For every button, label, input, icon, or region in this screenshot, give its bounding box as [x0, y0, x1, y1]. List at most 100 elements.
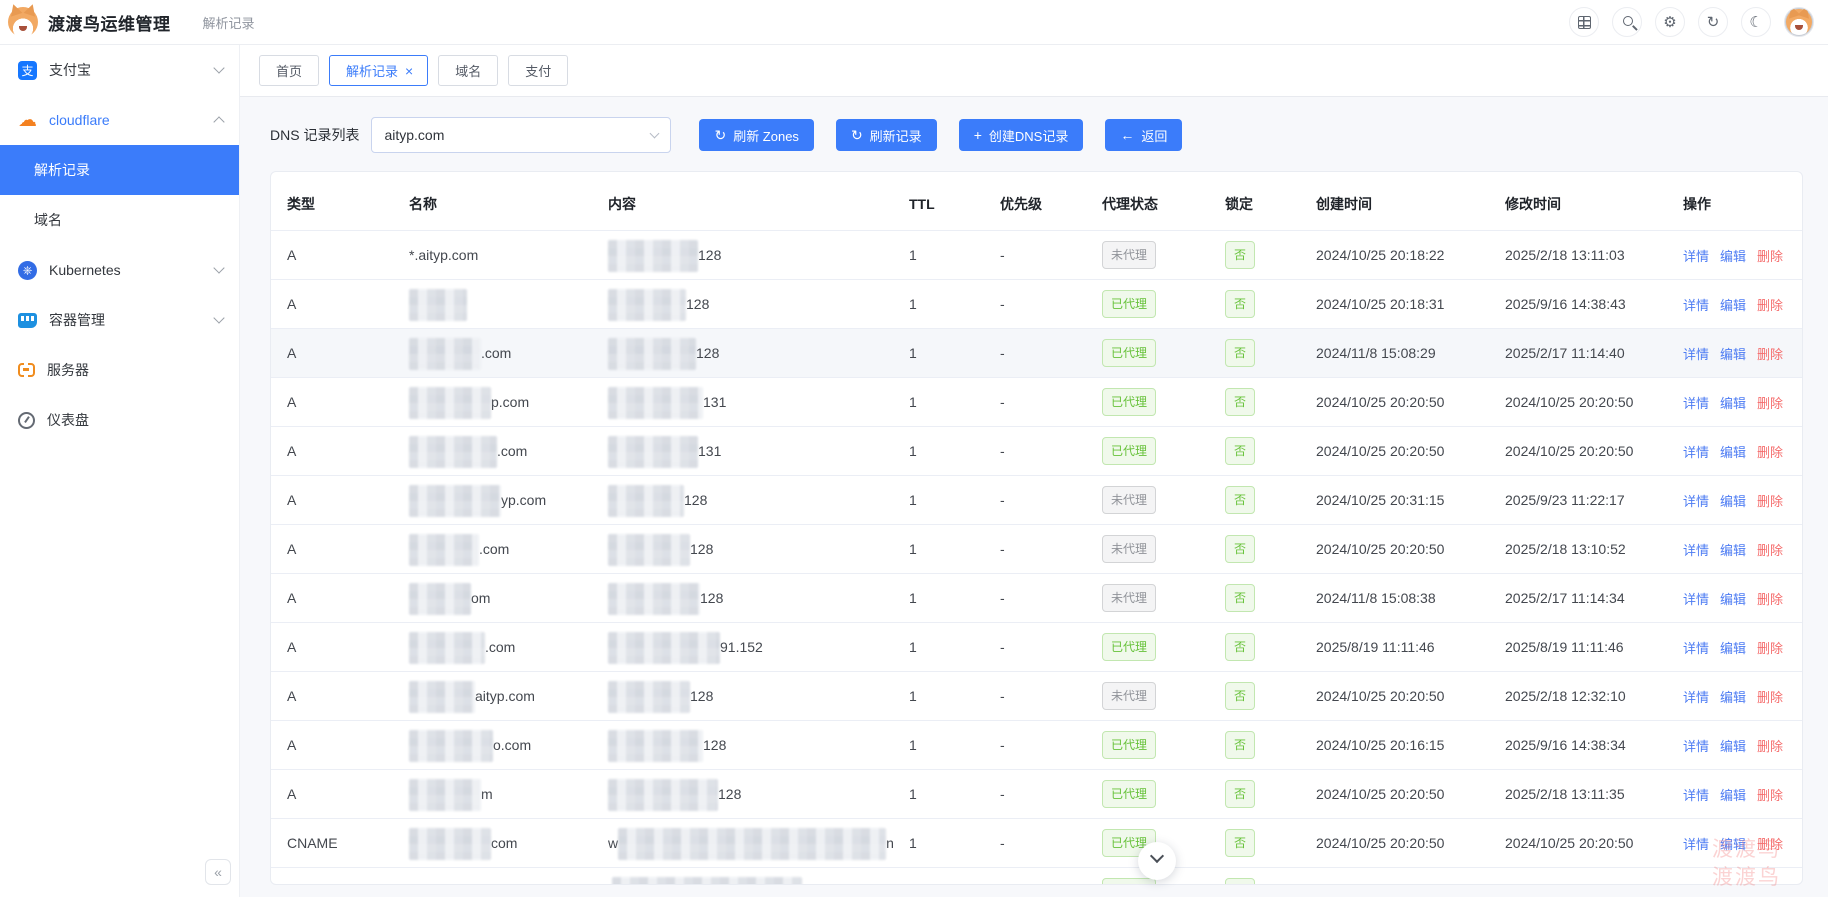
button-刷新 Zones[interactable]: ↻ 刷新 Zones: [699, 119, 814, 151]
sidebar-item-5[interactable]: 服务器: [0, 345, 239, 395]
cell-modified: 2025/9/23 11:22:17: [1489, 475, 1667, 525]
proxy-status-badge: 已代理: [1102, 388, 1157, 416]
edit-link[interactable]: 编辑: [1720, 592, 1746, 607]
lock-badge: 否: [1225, 241, 1256, 269]
delete-link[interactable]: 删除: [1757, 396, 1783, 411]
tab-label: 首页: [276, 64, 303, 79]
redacted-blur: [409, 779, 481, 812]
cell-text: aityp.com: [475, 688, 535, 704]
tab-首页[interactable]: 首页: [259, 55, 320, 86]
chevron-down-icon: [650, 128, 660, 138]
detail-link[interactable]: 详情: [1683, 592, 1709, 607]
edit-link[interactable]: 编辑: [1720, 739, 1746, 754]
redacted-blur: [409, 436, 497, 469]
sidebar-item-6[interactable]: 仪表盘: [0, 395, 239, 445]
edit-link[interactable]: 编辑: [1720, 788, 1746, 803]
detail-link[interactable]: 详情: [1683, 396, 1709, 411]
cell-lock: 否: [1209, 720, 1300, 770]
delete-link[interactable]: 删除: [1757, 739, 1783, 754]
button-返回[interactable]: ← 返回: [1105, 119, 1183, 151]
detail-link[interactable]: 详情: [1683, 837, 1709, 852]
edit-link[interactable]: 编辑: [1720, 298, 1746, 313]
table-row: Ap.com 131 1- 已代理 否 2024/10/25 20:20:50 2024/1…: [271, 377, 1802, 427]
cell-content: 128: [592, 230, 893, 280]
cell-content: 128: [592, 524, 893, 574]
detail-link[interactable]: 详情: [1683, 690, 1709, 705]
detail-link[interactable]: 详情: [1683, 494, 1709, 509]
tab-解析记录[interactable]: 解析记录 ×: [329, 55, 429, 86]
sidebar-item-3[interactable]: ⎈ Kubernetes: [0, 245, 239, 295]
button-刷新记录[interactable]: ↻ 刷新记录: [835, 119, 937, 151]
cell-priority: -: [984, 377, 1086, 427]
cell-modified: 2025/8/19 11:11:46: [1489, 622, 1667, 672]
detail-link[interactable]: 详情: [1683, 543, 1709, 558]
cell-ttl: 1: [893, 475, 984, 525]
edit-link[interactable]: 编辑: [1720, 347, 1746, 362]
edit-link[interactable]: 编辑: [1720, 641, 1746, 656]
delete-link[interactable]: 删除: [1757, 837, 1783, 852]
detail-link[interactable]: 详情: [1683, 788, 1709, 803]
lock-badge: 否: [1225, 633, 1256, 661]
delete-link[interactable]: 删除: [1757, 298, 1783, 313]
sidebar-item-4[interactable]: 容器管理: [0, 295, 239, 345]
chevron-down-icon: [1149, 848, 1165, 864]
search-button[interactable]: [1612, 7, 1642, 37]
settings-button[interactable]: ⚙: [1655, 7, 1685, 37]
delete-link[interactable]: 删除: [1757, 690, 1783, 705]
tab-域名[interactable]: 域名: [438, 55, 499, 86]
cell-content: 131: [592, 426, 893, 476]
edit-link[interactable]: 编辑: [1720, 690, 1746, 705]
refresh-button[interactable]: ↻: [1698, 7, 1728, 37]
redacted-blur: [608, 289, 686, 322]
user-avatar[interactable]: [1784, 7, 1814, 37]
detail-link[interactable]: 详情: [1683, 739, 1709, 754]
close-icon[interactable]: ×: [405, 64, 413, 78]
delete-link[interactable]: 删除: [1757, 592, 1783, 607]
zone-select[interactable]: aityp.com: [371, 117, 672, 153]
edit-link[interactable]: 编辑: [1720, 837, 1746, 852]
cell-actions: 详情编辑删除: [1667, 818, 1802, 868]
edit-link[interactable]: 编辑: [1720, 543, 1746, 558]
proxy-status-badge: 已代理: [1102, 437, 1157, 465]
cell-ttl: 1: [893, 769, 984, 819]
cell-actions: 详情编辑删除: [1667, 279, 1802, 329]
sidebar-item-1[interactable]: 支支付宝: [0, 45, 239, 95]
scroll-down-button[interactable]: [1138, 842, 1176, 880]
delete-link[interactable]: 删除: [1757, 641, 1783, 656]
chevron-down-icon: [213, 262, 225, 274]
sidebar-subitem[interactable]: 域名: [0, 195, 239, 245]
chevron-down-icon: [213, 312, 225, 324]
delete-link[interactable]: 删除: [1757, 788, 1783, 803]
button-创建DNS记录[interactable]: + 创建DNS记录: [958, 119, 1084, 151]
sidebar-subitem[interactable]: 解析记录: [0, 145, 239, 195]
cell-text: 128: [686, 296, 710, 312]
column-header: 优先级: [984, 172, 1086, 231]
cell-priority: -: [984, 720, 1086, 770]
delete-link[interactable]: 删除: [1757, 347, 1783, 362]
dark-mode-button[interactable]: ☾: [1741, 7, 1771, 37]
edit-link[interactable]: 编辑: [1720, 445, 1746, 460]
sidebar-collapse-button[interactable]: «: [205, 859, 231, 885]
detail-link[interactable]: 详情: [1683, 347, 1709, 362]
cell-type: A: [271, 279, 393, 329]
refresh-icon: ↻: [850, 127, 863, 143]
delete-link[interactable]: 删除: [1757, 494, 1783, 509]
detail-link[interactable]: 详情: [1683, 445, 1709, 460]
cell-text: p.com: [491, 394, 530, 410]
delete-link[interactable]: 删除: [1757, 249, 1783, 264]
delete-link[interactable]: 删除: [1757, 445, 1783, 460]
edit-link[interactable]: 编辑: [1720, 396, 1746, 411]
detail-link[interactable]: 详情: [1683, 641, 1709, 656]
edit-link[interactable]: 编辑: [1720, 494, 1746, 509]
proxy-status-badge: 已代理: [1102, 780, 1157, 808]
cell-created: 2024/10/25 20:16:15: [1300, 720, 1489, 770]
grid-button[interactable]: [1569, 7, 1599, 37]
sidebar-item-2[interactable]: ☁ cloudflare: [0, 95, 239, 145]
delete-link[interactable]: 删除: [1757, 543, 1783, 558]
edit-link[interactable]: 编辑: [1720, 249, 1746, 264]
detail-link[interactable]: 详情: [1683, 298, 1709, 313]
lock-badge: 否: [1225, 388, 1256, 416]
detail-link[interactable]: 详情: [1683, 249, 1709, 264]
cell-created: 2024/10/25 20:31:15: [1300, 475, 1489, 525]
tab-支付[interactable]: 支付: [508, 55, 569, 86]
